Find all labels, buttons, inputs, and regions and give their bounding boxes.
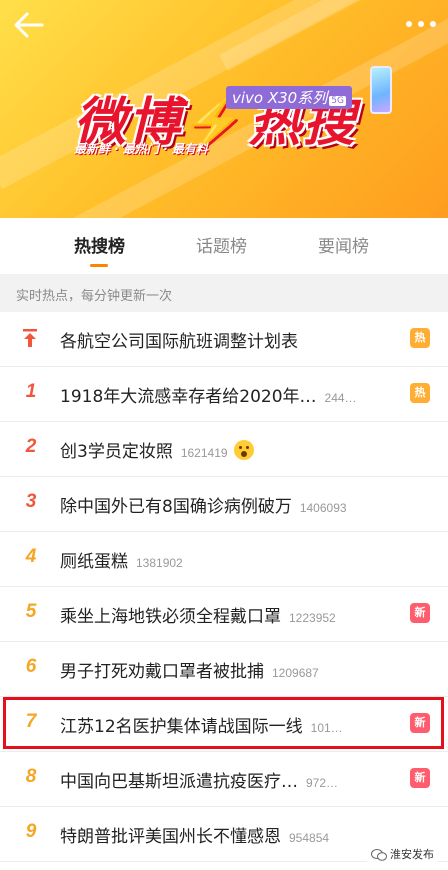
list-item[interactable]: 2 创3学员定妆照 1621419 [0,422,448,477]
hot-count: 1406093 [299,501,347,515]
tab-hot-search[interactable]: 热搜榜 [74,232,125,257]
more-dots-icon[interactable] [404,18,438,30]
item-title-text: 创3学员定妆照 [60,442,173,462]
list-item[interactable]: 3 除中国外已有8国确诊病例破万 1406093 [0,477,448,532]
item-title: 各航空公司国际航班调整计划表 [60,327,298,352]
rank-number: 8 [25,766,37,787]
phone-image [370,66,392,114]
tab-news[interactable]: 要闻榜 [318,232,369,257]
item-title-text: 中国向巴基斯坦派遣抗疫医疗… [60,772,298,792]
tab-topics[interactable]: 话题榜 [196,232,247,257]
item-title: 男子打死劝戴口罩者被批捕 1209687 [60,657,319,682]
item-title: 中国向巴基斯坦派遣抗疫医疗… 972… [60,767,338,792]
hot-count: 972… [306,776,339,790]
watermark: 淮安发布 [367,844,438,864]
item-title: 乘坐上海地铁必须全程戴口罩 1223952 [60,602,336,627]
list-item[interactable]: 4 厕纸蛋糕 1381902 [0,532,448,587]
rank-number: 2 [25,436,37,457]
rank-number: 3 [25,491,37,512]
scream-face-icon [233,440,254,460]
hot-count: 1209687 [272,666,319,680]
rank-number: 6 [25,656,37,677]
back-arrow-icon[interactable] [12,10,46,40]
list-item[interactable]: 5 乘坐上海地铁必须全程戴口罩 1223952 新 [0,587,448,642]
active-tab-indicator [90,264,108,267]
item-title-text: 除中国外已有8国确诊病例破万 [60,497,292,517]
list-item[interactable]: 8 中国向巴基斯坦派遣抗疫医疗… 972… 新 [0,752,448,807]
watermark-text: 淮安发布 [390,848,434,861]
5g-badge: 5G [329,96,346,106]
item-title-text: 男子打死劝戴口罩者被批捕 [60,662,264,682]
hot-count: 1621419 [180,446,228,460]
sponsor-label: vivo X30系列 5G [226,86,352,109]
new-tag: 新 [410,713,430,733]
item-title: 创3学员定妆照 1621419 [60,437,254,462]
list-item[interactable]: 6 男子打死劝戴口罩者被批捕 1209687 [0,642,448,697]
update-note: 实时热点，每分钟更新一次 [0,274,448,312]
hot-count: 1381902 [136,556,183,570]
item-title-text: 厕纸蛋糕 [60,552,128,572]
hot-count: 1223952 [289,611,336,625]
rank-number: 5 [25,601,37,622]
hot-count: 954854 [289,831,330,845]
rank-number: 9 [25,821,37,842]
rank-number: 1 [25,381,37,402]
tab-bar: 热搜榜 话题榜 要闻榜 [0,218,448,274]
hot-count: 244… [324,391,357,405]
hot-search-list: 各航空公司国际航班调整计划表 热 1 1918年大流感幸存者给2020年… 244… [0,312,448,862]
item-title-text: 乘坐上海地铁必须全程戴口罩 [60,607,281,627]
hot-tag: 热 [410,383,430,403]
hot-search-banner: 微博⚡热搜 vivo X30系列 5G 最新鲜 · 最热门 · 最有料 [0,0,448,218]
item-title: 江苏12名医护集体请战国际一线 101… [60,712,343,737]
sponsor-text: vivo X30系列 [232,89,328,107]
pin-top-icon [23,329,37,347]
wechat-icon [371,849,387,861]
item-title: 特朗普批评美国州长不懂感恩 954854 [60,822,329,847]
item-title: 除中国外已有8国确诊病例破万 1406093 [60,492,347,517]
list-item[interactable]: 1 1918年大流感幸存者给2020年… 244… 热 [0,367,448,422]
list-item[interactable]: 各航空公司国际航班调整计划表 热 [0,312,448,367]
item-title: 1918年大流感幸存者给2020年… 244… [60,382,357,407]
item-title-text: 特朗普批评美国州长不懂感恩 [60,827,281,847]
rank-number: 7 [25,711,37,732]
new-tag: 新 [410,768,430,788]
hot-tag: 热 [410,328,430,348]
new-tag: 新 [410,603,430,623]
item-title-text: 1918年大流感幸存者给2020年… [60,387,317,407]
rank-number: 4 [25,546,37,567]
item-title: 厕纸蛋糕 1381902 [60,547,183,572]
weibo-hot-search-logo: 微博⚡热搜 vivo X30系列 5G 最新鲜 · 最热门 · 最有料 [74,66,392,186]
item-title-text: 各航空公司国际航班调整计划表 [60,332,298,352]
list-item[interactable]: 7 江苏12名医护集体请战国际一线 101… 新 [0,697,448,752]
item-title-text: 江苏12名医护集体请战国际一线 [60,717,303,737]
hot-count: 101… [310,721,343,735]
banner-slogan: 最新鲜 · 最热门 · 最有料 [74,142,208,156]
